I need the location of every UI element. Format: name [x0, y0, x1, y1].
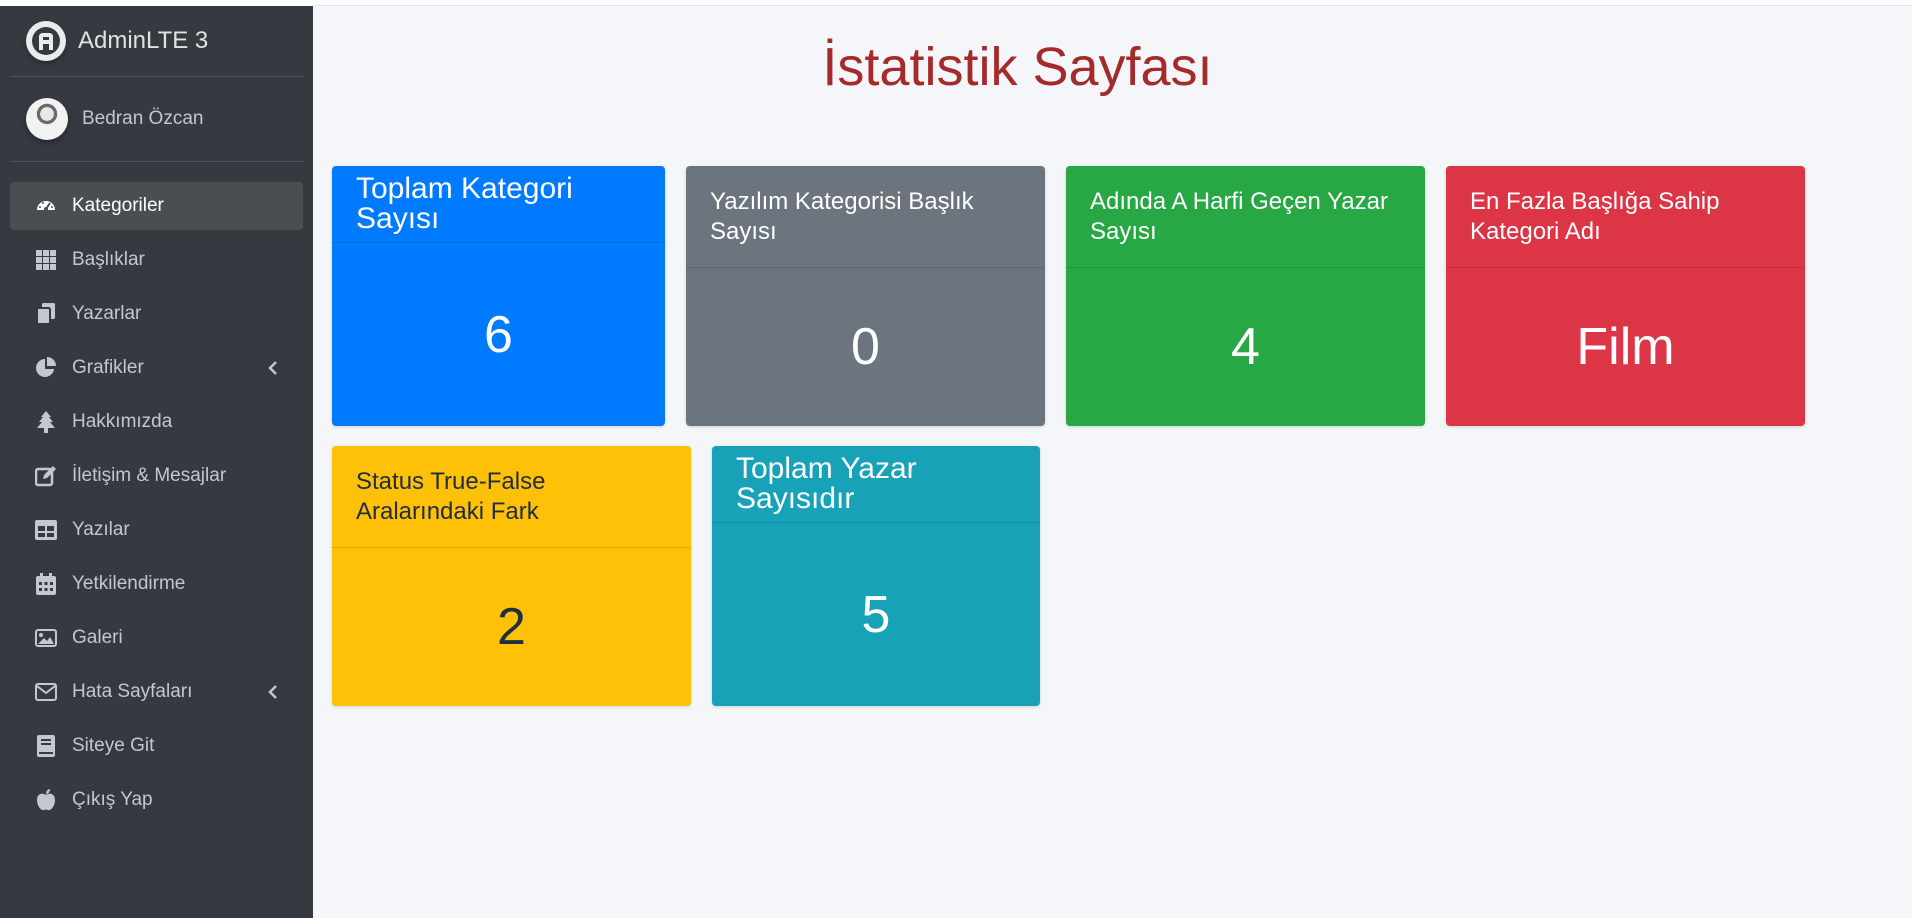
- sidebar-item-label: Yetkilendirme: [72, 573, 186, 594]
- stat-card-toplam-kategori: Toplam Kategori Sayısı 6: [332, 166, 665, 426]
- sidebar-item-cikis-yap[interactable]: Çıkış Yap: [10, 776, 303, 824]
- sidebar-item-label: Çıkış Yap: [72, 789, 153, 810]
- stat-card-header: Toplam Yazar Sayısıdır: [712, 446, 1040, 523]
- sidebar-item-galeri[interactable]: Galeri: [10, 614, 303, 662]
- grid-icon: [34, 248, 58, 272]
- stat-card-title: Adında A Harfi Geçen Yazar Sayısı: [1090, 187, 1388, 245]
- stat-card-header: Toplam Kategori Sayısı: [332, 166, 665, 243]
- sidebar-item-label: Galeri: [72, 627, 123, 648]
- tree-icon: [34, 410, 58, 434]
- stat-card-header: Status True-False Aralarındaki Fark: [332, 446, 691, 548]
- sidebar-item-label: Yazarlar: [72, 303, 142, 324]
- sidebar-item-yetkilendirme[interactable]: Yetkilendirme: [10, 560, 303, 608]
- stat-card-title: Status True-False Aralarındaki Fark: [356, 467, 546, 525]
- sidebar-item-label: Kategoriler: [72, 195, 164, 216]
- stat-card-yazilim-baslik: Yazılım Kategorisi Başlık Sayısı 0: [686, 166, 1045, 426]
- sidebar-item-label: Grafikler: [72, 357, 144, 378]
- stat-card-value: 0: [851, 318, 880, 376]
- sidebar-item-yazilar[interactable]: Yazılar: [10, 506, 303, 554]
- sidebar-item-label: Hata Sayfaları: [72, 681, 193, 702]
- sidebar-item-basliklar[interactable]: Başlıklar: [10, 236, 303, 284]
- avatar: [26, 98, 68, 140]
- user-panel[interactable]: Bedran Özcan: [10, 77, 303, 162]
- tachometer-icon: [34, 194, 58, 218]
- sidebar-item-kategoriler[interactable]: Kategoriler: [10, 182, 303, 230]
- stat-card-value: 4: [1231, 318, 1260, 376]
- stat-card-a-harfi-yazar: Adında A Harfi Geçen Yazar Sayısı 4: [1066, 166, 1425, 426]
- table-icon: [34, 518, 58, 542]
- sidebar-item-hata-sayfalari[interactable]: Hata Sayfaları: [10, 668, 303, 716]
- envelope-icon: [34, 680, 58, 704]
- stat-card-toplam-yazar: Toplam Yazar Sayısıdır 5: [712, 446, 1040, 706]
- stat-card-title: En Fazla Başlığa Sahip Kategori Adı: [1470, 187, 1720, 245]
- sidebar-item-iletisim[interactable]: İletişim & Mesajlar: [10, 452, 303, 500]
- sidebar-nav: Kategoriler Başlıklar Yazarlar Grafikler: [0, 182, 313, 824]
- brand-text: AdminLTE 3: [78, 27, 209, 54]
- stat-card-value: Film: [1576, 318, 1675, 376]
- sidebar-item-yazarlar[interactable]: Yazarlar: [10, 290, 303, 338]
- sidebar-item-label: Siteye Git: [72, 735, 155, 756]
- stat-card-value: 5: [861, 585, 891, 644]
- calendar-icon: [34, 572, 58, 596]
- sidebar-item-label: İletişim & Mesajlar: [72, 465, 227, 486]
- stat-card-title: Toplam Yazar Sayısıdır: [736, 452, 917, 515]
- adminlte-logo-icon: [26, 21, 66, 61]
- stat-card-status-fark: Status True-False Aralarındaki Fark 2: [332, 446, 691, 706]
- chevron-left-icon[interactable]: [263, 358, 283, 378]
- brand-link[interactable]: AdminLTE 3: [10, 6, 303, 77]
- stat-card-en-fazla-baslik: En Fazla Başlığa Sahip Kategori Adı Film: [1446, 166, 1805, 426]
- stat-card-title: Yazılım Kategorisi Başlık Sayısı: [710, 187, 974, 245]
- stat-card-value: 2: [497, 598, 526, 656]
- stat-card-header: Yazılım Kategorisi Başlık Sayısı: [686, 166, 1045, 268]
- stat-card-title: Toplam Kategori Sayısı: [356, 172, 573, 235]
- sidebar-item-label: Hakkımızda: [72, 411, 173, 432]
- sidebar-item-label: Başlıklar: [72, 249, 145, 270]
- image-icon: [34, 626, 58, 650]
- sidebar-item-label: Yazılar: [72, 519, 130, 540]
- user-name[interactable]: Bedran Özcan: [82, 108, 203, 130]
- apple-icon: [34, 788, 58, 812]
- content-wrapper: İstatistik Sayfası Toplam Kategori Sayıs…: [313, 6, 1912, 918]
- chevron-left-icon[interactable]: [263, 682, 283, 702]
- stat-card-header: Adında A Harfi Geçen Yazar Sayısı: [1066, 166, 1425, 268]
- pie-chart-icon: [34, 356, 58, 380]
- book-icon: [34, 734, 58, 758]
- stat-card-header: En Fazla Başlığa Sahip Kategori Adı: [1446, 166, 1805, 268]
- sidebar: AdminLTE 3 Bedran Özcan Kategoriler Başl…: [0, 6, 313, 918]
- edit-icon: [34, 464, 58, 488]
- stat-card-value: 6: [484, 305, 513, 364]
- page-title: İstatistik Sayfası: [822, 37, 1213, 97]
- copy-icon: [34, 302, 58, 326]
- sidebar-item-siteye-git[interactable]: Siteye Git: [10, 722, 303, 770]
- sidebar-item-grafikler[interactable]: Grafikler: [10, 344, 303, 392]
- sidebar-item-hakkimizda[interactable]: Hakkımızda: [10, 398, 303, 446]
